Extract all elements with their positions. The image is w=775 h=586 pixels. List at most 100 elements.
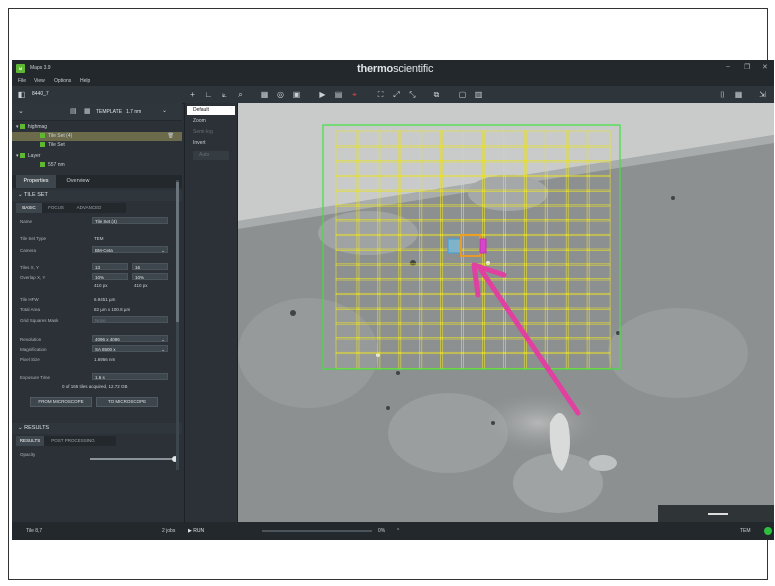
tile-marker-blue [447,238,462,254]
tiles-y-field[interactable]: 16 [132,263,168,270]
exposure-label: Exposure Time [20,375,51,380]
checkbox-icon[interactable] [19,124,25,130]
checkbox-icon[interactable] [40,162,45,168]
layer-zoom[interactable]: Zoom [187,117,235,126]
resolution-select[interactable]: 4096 x 4096 ⌄ [92,335,168,342]
template-value[interactable]: 1.7 nm [126,109,141,115]
template-icon[interactable]: ▦ [84,107,91,115]
minimize-icon[interactable]: – [726,63,730,70]
trash-icon[interactable]: 🗑 [168,132,174,141]
fit-icon[interactable]: ⛶ [376,90,385,99]
frame-icon[interactable]: ▢ [458,90,467,99]
maps-app-window: M Maps 3.9 thermoscientific – ❐ ✕ File V… [12,60,774,540]
toolbar: ◧ 8440_7 + ∟ ⟀ ⌕ ▦ ◎ ▣ ▶ ▤ ⌖ ⛶ ⤢ ⤡ ⧉ ▢ ▥… [12,86,774,104]
chevron-down-icon: ⌄ [161,347,165,352]
panel-toggle-icon[interactable]: ◧ [17,90,26,99]
menu-file[interactable]: File [18,78,26,84]
collapse-icon[interactable]: ⤡ [408,90,417,99]
dropdown-icon[interactable]: ⌄ [162,107,167,114]
tree-toolbar: ⌄ ▤ ▦ TEMPLATE 1.7 nm ⌄ [12,103,182,121]
tile-set-section-header[interactable]: ⌄ TILE SET [12,190,182,201]
pixel-size-label: Pixel Size [20,357,40,362]
search-icon[interactable]: ⌕ [236,90,245,99]
angle-icon[interactable]: ⟀ [220,90,229,99]
tiles-x-field[interactable]: 13 [92,263,128,270]
panel-scrollbar-thumb[interactable] [176,182,179,322]
menu-options[interactable]: Options [54,78,71,84]
tile-marker-magenta [479,238,487,254]
app-logo: M [16,64,25,73]
crosshair-icon[interactable]: ⌖ [350,90,359,99]
magnification-label: Magnification [20,347,47,352]
menu-help[interactable]: Help [80,78,90,84]
layer-invert[interactable]: Invert [187,139,235,148]
grid-mask-select[interactable]: None [92,316,168,323]
image-viewer[interactable] [238,103,774,522]
from-microscope-button[interactable]: FROM MICROSCOPE [30,397,92,407]
checkbox-icon[interactable] [40,142,45,148]
maximize-icon[interactable]: ❐ [744,63,750,71]
expand-icon[interactable]: ⤢ [392,90,401,99]
camera-label: Camera [20,248,37,253]
checkbox-icon[interactable] [40,133,45,139]
document-icon[interactable]: ▤ [334,90,343,99]
export-icon[interactable]: ⇲ [758,90,767,99]
to-microscope-button[interactable]: TO MICROSCOPE [96,397,158,407]
results-section-header[interactable]: ⌄ RESULTS [12,423,182,434]
expand-up-icon[interactable]: ⌃ [396,528,400,534]
microscope-mode: TEM [740,528,751,534]
tree-item-layer[interactable]: ▾ Layer [12,152,186,161]
camera-icon[interactable]: ⌷ [718,90,727,99]
status-bar: Tile 8,7 2 jobs ▶ RUN 0% ⌃ TEM [12,522,774,540]
tab-advanced[interactable]: ADVANCED [72,203,106,213]
tab-post-processing[interactable]: POST PROCESSING [46,436,100,446]
tile-hfw-value: 6.9451 µm [94,297,116,302]
tab-focus[interactable]: FOCUS [44,203,68,213]
target-icon[interactable]: ◎ [276,90,285,99]
exposure-field[interactable]: 1.6 s [92,373,168,380]
overlap-y-field[interactable]: 10% [132,273,168,280]
tile-coordinate: Tile 8,7 [26,528,43,534]
copy-icon[interactable]: ⧉ [432,90,441,99]
layers-icon[interactable]: ▥ [474,90,483,99]
opacity-slider-track[interactable] [90,458,175,460]
total-area-label: Total Area [20,307,41,312]
run-button[interactable]: ▶ RUN [188,528,204,534]
microscope-image [238,103,774,522]
overlap-y-px: 410 px [134,283,148,288]
title-bar: M Maps 3.9 thermoscientific – ❐ ✕ [12,60,774,77]
layer-auto-button[interactable]: Auto [193,151,229,160]
calendar-icon[interactable]: ▦ [734,90,743,99]
tab-results[interactable]: RESULTS [16,436,44,446]
tab-properties[interactable]: Properties [16,175,56,188]
tile-set-type-label: Tile Set Type [20,236,47,241]
grid-icon[interactable]: ▦ [260,90,269,99]
chevron-down-icon[interactable]: ⌄ [18,107,24,115]
connection-status-icon [764,527,772,535]
image-icon[interactable]: ▣ [292,90,301,99]
magnification-select[interactable]: SA 8500 x ⌄ [92,345,168,352]
tree-item-tile-set[interactable]: Tile Set [12,141,182,150]
results-subtabs: RESULTS POST PROCESSING [16,436,116,446]
play-icon[interactable]: ▶ [318,90,327,99]
collapse-chevron-icon[interactable]: ‹ [230,106,232,112]
tab-basic[interactable]: BASIC [16,203,42,213]
menu-bar: File View Options Help [12,77,774,86]
tree-item-tile-set-4[interactable]: Tile Set (4) 🗑 [12,132,182,141]
tab-overview[interactable]: Overview [58,175,98,188]
opacity-label: Opacity [20,452,36,457]
tree-item-557nm[interactable]: 557 nm [12,161,182,170]
checkbox-icon[interactable] [19,153,25,159]
overlap-x-field[interactable]: 10% [92,273,128,280]
layer-default[interactable]: Default [187,106,235,115]
close-icon[interactable]: ✕ [762,63,768,71]
add-icon[interactable]: + [188,90,197,99]
tree-tool-icon[interactable]: ▤ [70,107,77,115]
resolution-label: Resolution [20,337,42,342]
measure-icon[interactable]: ∟ [204,90,213,99]
name-field[interactable]: Tile Set (4) [92,217,168,224]
camera-select[interactable]: BM-Ceta ⌄ [92,246,168,253]
layer-semi-log[interactable]: Semi-log [187,128,235,137]
menu-view[interactable]: View [34,78,45,84]
tree-item-highmag[interactable]: ▾ highmag [12,123,186,132]
